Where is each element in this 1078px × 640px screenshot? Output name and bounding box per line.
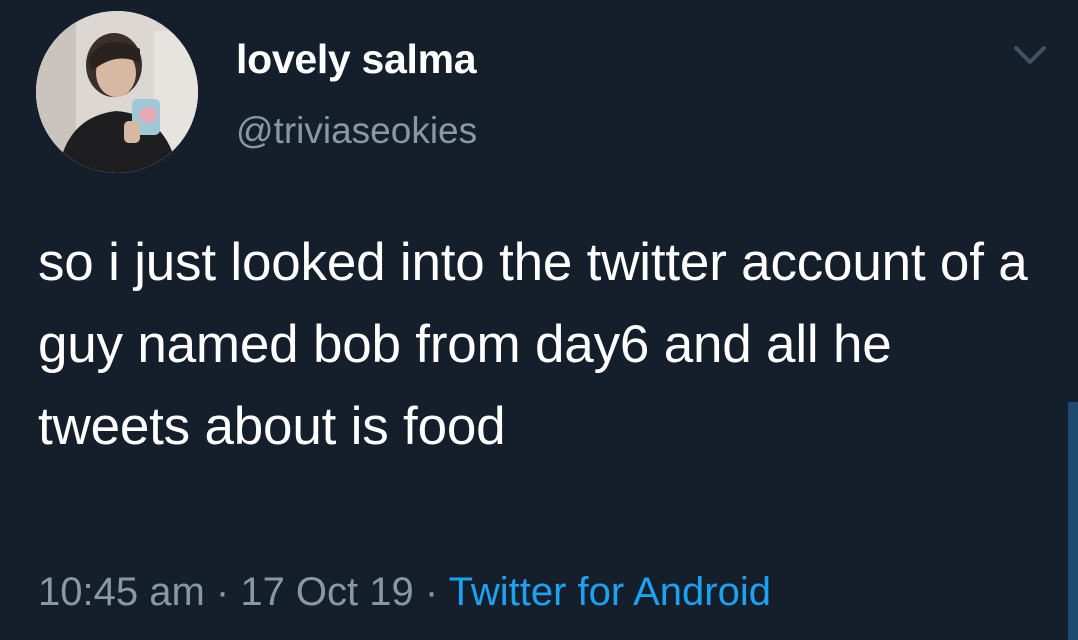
meta-separator: ·: [413, 570, 449, 614]
tweet-card: lovely salma @triviaseokies so i just lo…: [0, 0, 1078, 640]
avatar[interactable]: [36, 11, 198, 173]
tweet-meta: 10:45 am · 17 Oct 19 · Twitter for Andro…: [38, 570, 771, 615]
tweet-date[interactable]: 17 Oct 19: [240, 570, 413, 614]
scrollbar[interactable]: [1068, 402, 1078, 640]
meta-separator: ·: [204, 570, 241, 614]
tweet-text: so i just looked into the twitter accoun…: [38, 233, 1028, 456]
profile-photo-icon: [36, 11, 198, 173]
user-handle[interactable]: @triviaseokies: [236, 110, 477, 152]
tweet-source-link[interactable]: Twitter for Android: [449, 570, 771, 614]
tweet-time[interactable]: 10:45 am: [38, 570, 205, 614]
display-name[interactable]: lovely salma: [236, 36, 477, 83]
chevron-down-icon[interactable]: [1010, 40, 1050, 70]
